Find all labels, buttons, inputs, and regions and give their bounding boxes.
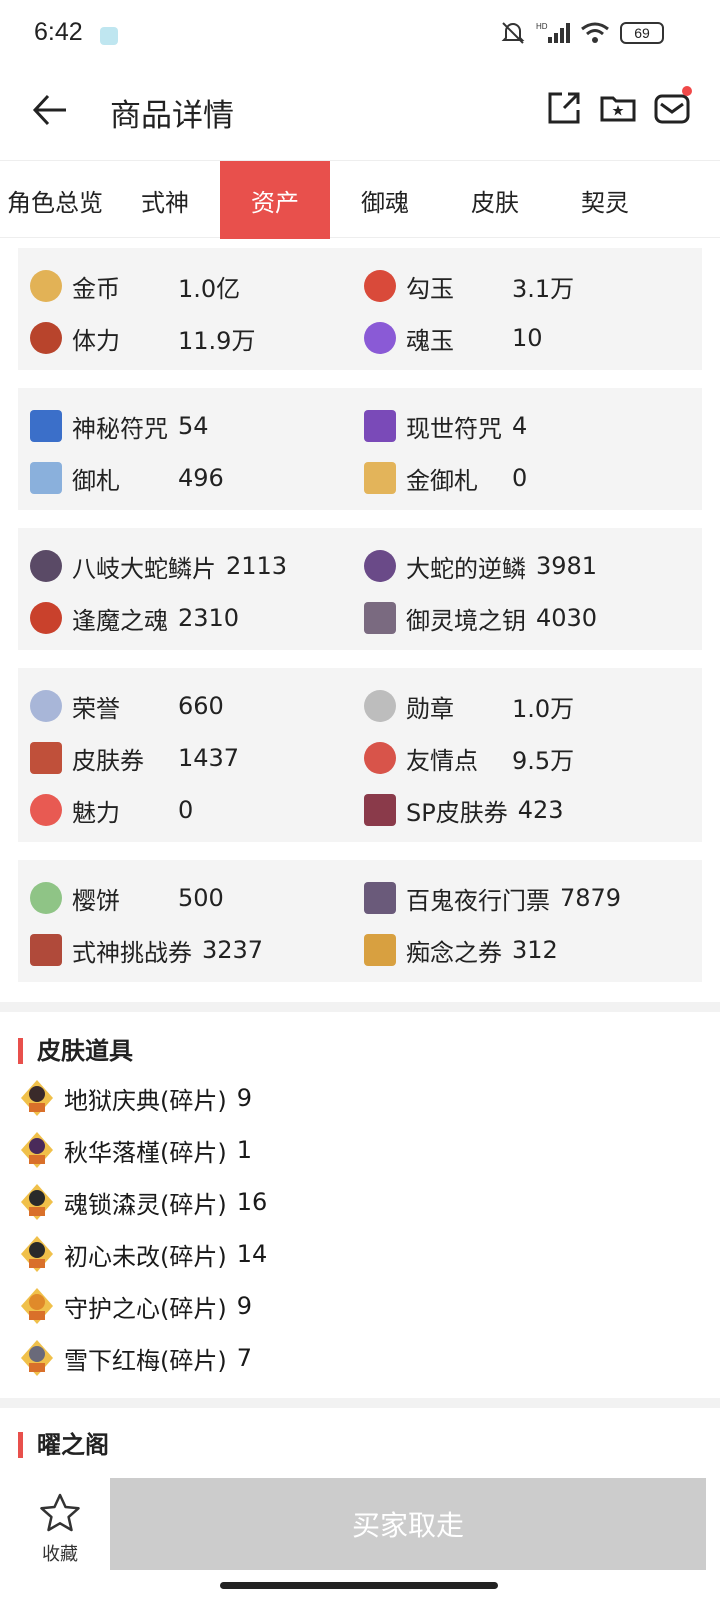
avatar xyxy=(20,1287,54,1325)
asset-item: 金御札 0 xyxy=(364,458,527,498)
magatama-icon xyxy=(364,270,396,302)
asset-item: 体力 11.9万 xyxy=(30,318,255,358)
talisman-icon xyxy=(30,462,62,494)
demon-soul-icon xyxy=(30,602,62,634)
asset-item: 友情点 9.5万 xyxy=(364,738,574,778)
asset-card-event: 樱饼 500 百鬼夜行门票 7879 式神挑战券 3237 痴念之券 312 xyxy=(18,860,702,982)
honor-icon xyxy=(30,690,62,722)
status-bar: 6:42 HD 69 xyxy=(0,0,720,72)
wifi-icon xyxy=(581,22,609,43)
section-divider xyxy=(0,1002,720,1012)
gold-talisman-icon xyxy=(364,462,396,494)
asset-item: 百鬼夜行门票 7879 xyxy=(364,878,621,918)
asset-card-currency: 金币 1.0亿 勾玉 3.1万 体力 11.9万 魂玉 10 xyxy=(18,248,702,370)
mute-bell-icon xyxy=(501,22,525,44)
gold-coin-icon xyxy=(30,270,62,302)
asset-item: 魂玉 10 xyxy=(364,318,543,358)
asset-item: 式神挑战券 3237 xyxy=(30,930,263,970)
soul-jade-icon xyxy=(364,322,396,354)
folder-star-icon[interactable] xyxy=(598,88,638,128)
sp-skin-ticket-icon xyxy=(364,794,396,826)
reverse-scale-icon xyxy=(364,550,396,582)
asset-card-tickets: 荣誉 660 勋章 1.0万 皮肤券 1437 友情点 9.5万 魅力 0 SP… xyxy=(18,668,702,842)
medal-icon xyxy=(364,690,396,722)
skin-ticket-icon xyxy=(30,742,62,774)
back-arrow-icon[interactable] xyxy=(30,90,70,130)
star-icon xyxy=(40,1493,80,1532)
message-button[interactable] xyxy=(652,86,692,128)
obsession-ticket-icon xyxy=(364,934,396,966)
asset-item: 勾玉 3.1万 xyxy=(364,266,574,306)
share-icon[interactable] xyxy=(544,88,584,128)
favorite-button[interactable]: 收藏 xyxy=(10,1478,110,1570)
tab-mitama[interactable]: 御魂 xyxy=(330,161,440,239)
stamina-icon xyxy=(30,322,62,354)
asset-item: 金币 1.0亿 xyxy=(30,266,240,306)
status-icons: HD 69 xyxy=(500,20,664,46)
asset-item: 现世符咒 4 xyxy=(364,406,527,446)
list-item: 初心未改(碎片) 14 xyxy=(20,1234,267,1274)
night-parade-ticket-icon xyxy=(364,882,396,914)
asset-item: 大蛇的逆鳞 3981 xyxy=(364,546,597,586)
status-time: 6:42 xyxy=(34,18,83,46)
asset-item: 神秘符咒 54 xyxy=(30,406,209,446)
list-item: 秋华落槿(碎片) 1 xyxy=(20,1130,252,1170)
asset-item: 皮肤券 1437 xyxy=(30,738,239,778)
asset-item: 魅力 0 xyxy=(30,790,193,830)
list-item: 魂锁潹灵(碎片) 16 xyxy=(20,1182,267,1222)
asset-item: 八岐大蛇鳞片 2113 xyxy=(30,546,287,586)
tab-assets[interactable]: 资产 xyxy=(220,161,330,239)
friendship-icon xyxy=(364,742,396,774)
signal-icon: HD xyxy=(536,22,570,43)
battery-indicator: 69 xyxy=(620,22,664,44)
favorite-label: 收藏 xyxy=(42,1544,78,1565)
section-title-skin-items: 皮肤道具 xyxy=(18,1038,133,1064)
list-item: 地狱庆典(碎片) 9 xyxy=(20,1078,252,1118)
asset-item: 御灵境之钥 4030 xyxy=(364,598,597,638)
charm-heart-icon xyxy=(30,794,62,826)
tab-skins[interactable]: 皮肤 xyxy=(440,161,550,239)
tab-overview[interactable]: 角色总览 xyxy=(0,161,110,239)
tab-bar: 角色总览 式神 资产 御魂 皮肤 契灵 xyxy=(0,160,720,239)
sakura-mochi-icon xyxy=(30,882,62,914)
tab-shikigami[interactable]: 式神 xyxy=(110,161,220,239)
asset-item: 樱饼 500 xyxy=(30,878,224,918)
app-notification-icon xyxy=(100,27,118,45)
asset-item: 痴念之券 312 xyxy=(364,930,558,970)
present-charm-icon xyxy=(364,410,396,442)
asset-item: 勋章 1.0万 xyxy=(364,686,574,726)
list-item: 守护之心(碎片) 9 xyxy=(20,1286,252,1326)
avatar xyxy=(20,1079,54,1117)
shikigami-challenge-icon xyxy=(30,934,62,966)
avatar xyxy=(20,1131,54,1169)
section-divider xyxy=(0,1398,720,1408)
app-header: 商品详情 xyxy=(0,72,720,158)
tab-contract-spirits[interactable]: 契灵 xyxy=(550,161,660,239)
asset-item: 御札 496 xyxy=(30,458,224,498)
home-indicator[interactable] xyxy=(220,1582,498,1589)
list-item: 雪下红梅(碎片) 7 xyxy=(20,1338,252,1378)
avatar xyxy=(20,1183,54,1221)
asset-item: 逢魔之魂 2310 xyxy=(30,598,239,638)
asset-item: 荣誉 660 xyxy=(30,686,224,726)
spirit-key-icon xyxy=(364,602,396,634)
buy-button[interactable]: 买家取走 xyxy=(110,1478,706,1570)
asset-item: SP皮肤券 423 xyxy=(364,790,564,830)
section-title-yao-pavilion: 曜之阁 xyxy=(18,1432,109,1458)
mystery-charm-icon xyxy=(30,410,62,442)
asset-card-materials: 八岐大蛇鳞片 2113 大蛇的逆鳞 3981 逢魔之魂 2310 御灵境之钥 4… xyxy=(18,528,702,650)
svg-text:HD: HD xyxy=(536,22,548,31)
avatar xyxy=(20,1235,54,1273)
bottom-action-bar: 收藏 买家取走 xyxy=(0,1478,720,1570)
asset-card-charms: 神秘符咒 54 现世符咒 4 御札 496 金御札 0 xyxy=(18,388,702,510)
avatar xyxy=(20,1339,54,1377)
notification-dot xyxy=(682,86,692,96)
page-title: 商品详情 xyxy=(110,98,234,134)
orochi-scale-icon xyxy=(30,550,62,582)
